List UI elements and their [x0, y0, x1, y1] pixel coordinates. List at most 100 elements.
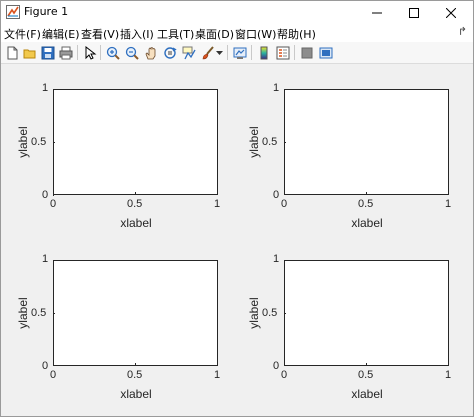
figure-toolbar	[1, 42, 473, 64]
zoom-out-icon	[125, 46, 139, 60]
y-tick	[53, 313, 55, 314]
new-figure-button[interactable]	[3, 44, 20, 61]
menu-bar: 文件(F) 编辑(E) 查看(V) 插入(I) 工具(T) 桌面(D) 窗口(W…	[1, 24, 473, 42]
x-tick-label: 0.5	[127, 369, 143, 381]
toolbar-separator	[227, 45, 228, 60]
y-tick-label: 0	[273, 360, 280, 372]
x-tick	[135, 192, 136, 194]
menu-tools[interactable]: 工具(T)	[157, 26, 194, 42]
show-plot-tools-button[interactable]	[317, 44, 334, 61]
menu-file[interactable]: 文件(F)	[4, 26, 41, 42]
x-tick	[135, 363, 136, 365]
data-cursor-button[interactable]	[180, 44, 197, 61]
menu-desktop[interactable]: 桌面(D)	[195, 26, 234, 42]
pointer-button[interactable]	[81, 44, 98, 61]
y-tick-label: 1	[273, 82, 280, 94]
y-tick	[284, 142, 286, 143]
y-tick-label: 0	[273, 189, 280, 201]
plot-area[interactable]	[284, 89, 449, 195]
rotate-3d-icon	[163, 46, 177, 59]
close-icon	[446, 7, 456, 18]
zoom-in-icon	[106, 46, 120, 60]
zoom-in-button[interactable]	[104, 44, 121, 61]
y-tick-label: 1	[42, 82, 49, 94]
x-tick-label: 1	[214, 369, 221, 381]
menu-edit[interactable]: 编辑(E)	[42, 26, 80, 42]
brush-dropdown-button[interactable]	[215, 44, 224, 61]
x-tick-label: 0.5	[358, 369, 374, 381]
plot-area[interactable]	[53, 260, 218, 366]
data-cursor-icon	[182, 46, 196, 59]
y-axis-label: ylabel	[247, 126, 261, 158]
menu-help[interactable]: 帮助(H)	[277, 26, 316, 42]
x-tick-label: 0	[281, 198, 288, 210]
plot-area[interactable]	[53, 89, 218, 195]
plot-area[interactable]	[284, 260, 449, 366]
x-tick-label: 0.5	[127, 198, 143, 210]
save-icon	[41, 46, 54, 59]
toolbar-separator	[251, 45, 252, 60]
minimize-icon	[372, 12, 382, 13]
close-button[interactable]	[429, 1, 473, 24]
brush-button[interactable]	[199, 44, 216, 61]
hide-plot-tools-button[interactable]	[298, 44, 315, 61]
pan-button[interactable]	[142, 44, 159, 61]
arrow-cursor-icon	[85, 45, 96, 60]
legend-icon	[276, 46, 289, 59]
menu-window[interactable]: 窗口(W)	[235, 26, 276, 42]
x-axis-label: xlabel	[120, 387, 152, 401]
dock-arrow-icon[interactable]: ↱	[458, 25, 467, 38]
menu-insert[interactable]: 插入(I)	[120, 26, 154, 42]
link-plot-icon	[233, 47, 246, 59]
folder-icon	[23, 49, 35, 58]
figure-canvas[interactable]: 1 0.5 0 0 0.5 1 xlabel ylabel 1 0.5 0 0 …	[1, 64, 473, 416]
x-tick-label: 1	[214, 198, 221, 210]
x-axis-label: xlabel	[351, 387, 383, 401]
maximize-icon	[409, 7, 419, 18]
y-tick	[284, 313, 286, 314]
link-plot-button[interactable]	[231, 44, 248, 61]
y-tick-label: 0.5	[31, 136, 47, 148]
toolbar-separator	[100, 45, 101, 60]
y-axis-label: ylabel	[16, 297, 30, 329]
menu-view[interactable]: 查看(V)	[81, 26, 119, 42]
insert-colorbar-button[interactable]	[255, 44, 272, 61]
save-button[interactable]	[39, 44, 56, 61]
matlab-figure-icon	[6, 5, 20, 19]
toolbar-separator	[294, 45, 295, 60]
x-axis-label: xlabel	[120, 216, 152, 230]
new-file-icon	[7, 46, 17, 59]
x-tick-label: 0	[50, 198, 57, 210]
x-tick-label: 0	[281, 369, 288, 381]
zoom-out-button[interactable]	[123, 44, 140, 61]
x-tick-label: 0	[50, 369, 57, 381]
toolbar-separator	[77, 45, 78, 60]
chevron-down-icon	[216, 50, 223, 55]
y-tick-label: 0.5	[262, 136, 278, 148]
y-tick-label: 0.5	[31, 307, 47, 319]
print-button[interactable]	[57, 44, 74, 61]
x-tick	[366, 192, 367, 194]
y-axis-label: ylabel	[16, 126, 30, 158]
y-tick-label: 1	[273, 253, 280, 265]
x-tick	[366, 363, 367, 365]
y-tick-label: 0.5	[262, 307, 278, 319]
y-tick-label: 1	[42, 253, 49, 265]
title-bar[interactable]: Figure 1	[1, 1, 473, 24]
y-tick-label: 0	[42, 360, 49, 372]
rotate-3d-button[interactable]	[161, 44, 178, 61]
x-tick-label: 0.5	[358, 198, 374, 210]
print-icon	[59, 46, 72, 59]
x-tick	[217, 192, 218, 194]
y-axis-label: ylabel	[247, 297, 261, 329]
colorbar-icon	[260, 46, 267, 59]
insert-legend-button[interactable]	[274, 44, 291, 61]
x-tick-label: 1	[445, 198, 452, 210]
brush-icon	[202, 45, 214, 59]
window-title: Figure 1	[24, 5, 69, 18]
x-axis-label: xlabel	[351, 216, 383, 230]
x-tick	[53, 194, 54, 196]
y-tick-label: 0	[42, 189, 49, 201]
open-file-button[interactable]	[21, 44, 38, 61]
y-tick	[53, 142, 55, 143]
